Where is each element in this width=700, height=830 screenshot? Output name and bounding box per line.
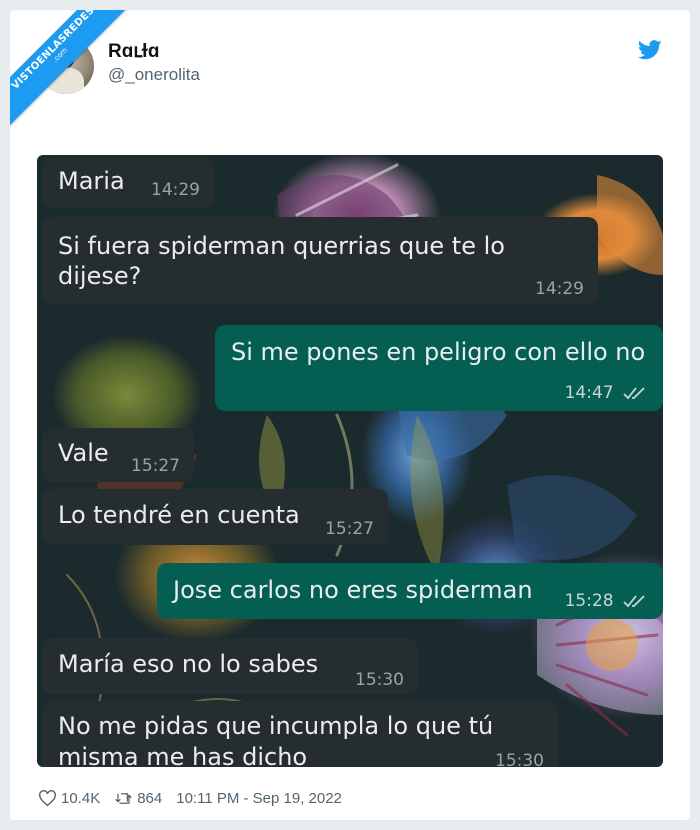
tweet-stats: 10.4K 864 10:11 PM - Sep 19, 2022	[38, 790, 356, 807]
tweet-card: VISTOENLASREDES .com Rɑւɫɑ @_onerolita M…	[10, 10, 690, 820]
message-text: Lo tendré en cuenta	[58, 501, 300, 529]
like-button[interactable]: 10.4K	[38, 790, 100, 807]
message-text: María eso no lo sabes	[58, 650, 319, 678]
message-bubble[interactable]: Maria 14:29	[42, 158, 214, 208]
tweet-timestamp: 10:11 PM - Sep 19, 2022	[176, 790, 342, 807]
message-text: Vale	[58, 439, 109, 467]
message-bubble[interactable]: No me pidas que incumpla lo que tú misma…	[42, 701, 558, 767]
message-time: 14:29	[151, 180, 200, 200]
message-bubble[interactable]: Si me pones en peligro con ello no 14:47	[215, 325, 663, 411]
message-text: Maria	[58, 167, 125, 195]
message-text-line2: misma me has dicho	[58, 743, 308, 767]
message-time: 15:30	[495, 751, 544, 767]
watermark-ribbon: VISTOENLASREDES .com	[10, 10, 140, 136]
message-bubble[interactable]: Lo tendré en cuenta 15:27	[42, 489, 388, 545]
double-check-icon	[623, 387, 645, 400]
message-bubble[interactable]: Jose carlos no eres spiderman 15:28	[157, 563, 663, 619]
message-text: Si fuera spiderman querrias que te lo	[58, 232, 505, 260]
message-bubble[interactable]: María eso no lo sabes 15:30	[42, 638, 418, 694]
message-time: 15:27	[325, 519, 374, 539]
tweet-timestamp-link[interactable]: 10:11 PM - Sep 19, 2022	[176, 790, 342, 807]
message-text: Si me pones en peligro con ello no	[231, 338, 646, 366]
watermark: VISTOENLASREDES .com	[10, 10, 140, 140]
message-bubble[interactable]: Si fuera spiderman querrias que te lo di…	[42, 217, 598, 305]
message-time: 14:47	[564, 383, 614, 403]
message-time-wrap: 15:28	[565, 591, 649, 611]
retweet-icon	[115, 793, 133, 804]
twitter-bird-icon[interactable]	[638, 40, 662, 60]
retweet-count: 864	[137, 790, 163, 807]
message-time: 15:27	[131, 456, 180, 476]
chat-screenshot: Maria 14:29 Si fuera spiderman querrias …	[37, 155, 663, 767]
double-check-icon	[623, 595, 645, 608]
heart-icon	[39, 790, 56, 807]
like-count: 10.4K	[61, 790, 101, 807]
message-bubble[interactable]: Vale 15:27	[42, 428, 194, 482]
message-time: 15:30	[355, 670, 404, 690]
watermark-text: VISTOENLASREDES	[10, 10, 97, 92]
message-time-wrap: 14:47	[565, 383, 649, 403]
message-text-line2: dijese?	[58, 262, 142, 290]
message-time: 15:28	[564, 591, 614, 611]
retweet-button[interactable]: 864	[114, 790, 162, 807]
message-text: No me pidas que incumpla lo que tú	[58, 712, 494, 740]
message-text: Jose carlos no eres spiderman	[173, 576, 533, 604]
message-time: 14:29	[535, 279, 584, 299]
